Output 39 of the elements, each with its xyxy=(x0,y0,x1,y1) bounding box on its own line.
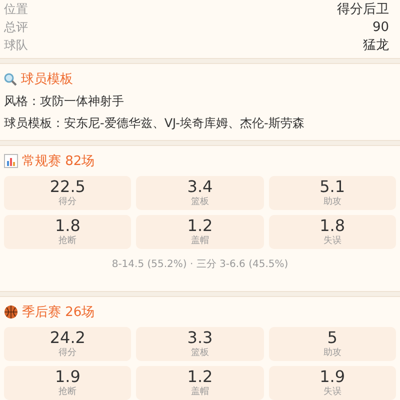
stat-value: 1.2 xyxy=(187,217,213,235)
stat-value: 22.5 xyxy=(50,178,86,196)
section-title: 常规赛 82场 xyxy=(22,153,95,170)
stat-label: 得分 xyxy=(58,196,77,208)
stat-value: 5 xyxy=(327,329,338,347)
stat-label: 盖帽 xyxy=(190,235,209,247)
section-title: 球员模板 xyxy=(21,71,73,88)
stat-label: 失误 xyxy=(323,386,342,398)
stat-value: 1.2 xyxy=(187,368,213,386)
stat-value: 24.2 xyxy=(50,329,86,347)
stat-label: 抢断 xyxy=(58,386,77,398)
stat-value: 3.3 xyxy=(187,329,213,347)
basketball-icon xyxy=(4,305,18,319)
stat-value: 1.9 xyxy=(54,368,80,386)
field-label: 位置 xyxy=(4,0,28,18)
stat-label: 盖帽 xyxy=(190,386,209,398)
stat-label: 篮板 xyxy=(190,347,209,359)
field-label: 总评 xyxy=(4,18,28,36)
bar-chart-icon xyxy=(4,154,18,168)
stat-value: 1.8 xyxy=(320,217,346,235)
stat-value: 1.8 xyxy=(54,217,80,235)
template-line: 风格：攻防一体神射手 xyxy=(4,93,125,110)
field-value: 得分后卫 xyxy=(337,1,389,18)
template-line: 球员模板：安东尼-爱德华兹、VJ-埃奇库姆、杰伦-斯劳森 xyxy=(4,115,306,132)
field-label: 球队 xyxy=(4,36,28,54)
stat-label: 抢断 xyxy=(58,235,77,247)
search-icon xyxy=(4,72,17,86)
shooting-summary: 8-14.5 (55.2%) · 三分 3-6.6 (45.5%) xyxy=(112,258,288,271)
stat-value: 5.1 xyxy=(320,178,346,196)
stat-label: 助攻 xyxy=(323,196,342,208)
stat-label: 助攻 xyxy=(323,347,342,359)
field-value: 90 xyxy=(372,20,389,34)
stat-label: 失误 xyxy=(323,235,342,247)
field-value: 猛龙 xyxy=(363,37,389,54)
stat-value: 1.9 xyxy=(320,368,346,386)
stat-label: 篮板 xyxy=(190,196,209,208)
stat-value: 3.4 xyxy=(187,178,213,196)
section-title: 季后赛 26场 xyxy=(22,304,95,321)
stat-label: 得分 xyxy=(58,347,77,359)
